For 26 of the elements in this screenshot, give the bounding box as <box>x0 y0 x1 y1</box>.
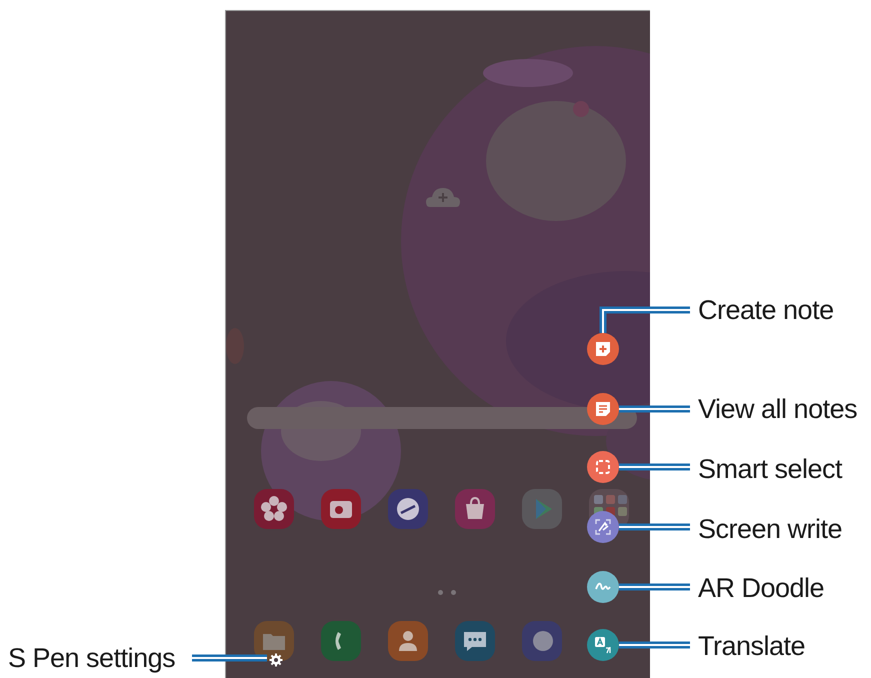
settings-icon[interactable] <box>269 653 283 667</box>
pen-icon <box>593 517 613 537</box>
dashed-square-icon <box>593 457 613 477</box>
callout-label: Smart select <box>698 453 842 486</box>
callout-label: Create note <box>698 294 834 327</box>
person-icon[interactable] <box>388 621 428 661</box>
callout-label: AR Doodle <box>698 572 824 605</box>
leader-line <box>619 406 690 412</box>
callout-label: S Pen settings <box>8 642 176 675</box>
compass-icon[interactable] <box>388 489 428 529</box>
camera-icon[interactable] <box>321 489 361 529</box>
page-indicator <box>438 590 456 595</box>
phone-icon[interactable] <box>321 621 361 661</box>
callout-label: View all notes <box>698 393 858 426</box>
leader-line <box>619 464 690 470</box>
translate-icon <box>593 635 613 655</box>
bag-icon[interactable] <box>455 489 495 529</box>
flower-icon[interactable] <box>254 489 294 529</box>
leader-line <box>619 524 690 530</box>
chat-icon[interactable] <box>455 621 495 661</box>
callout-label: Translate <box>698 630 806 663</box>
callout-label: Screen write <box>698 513 842 546</box>
note-lines-icon <box>593 399 613 419</box>
leader-line <box>619 642 690 648</box>
note-plus-icon <box>593 339 613 359</box>
leader-line <box>619 584 690 590</box>
